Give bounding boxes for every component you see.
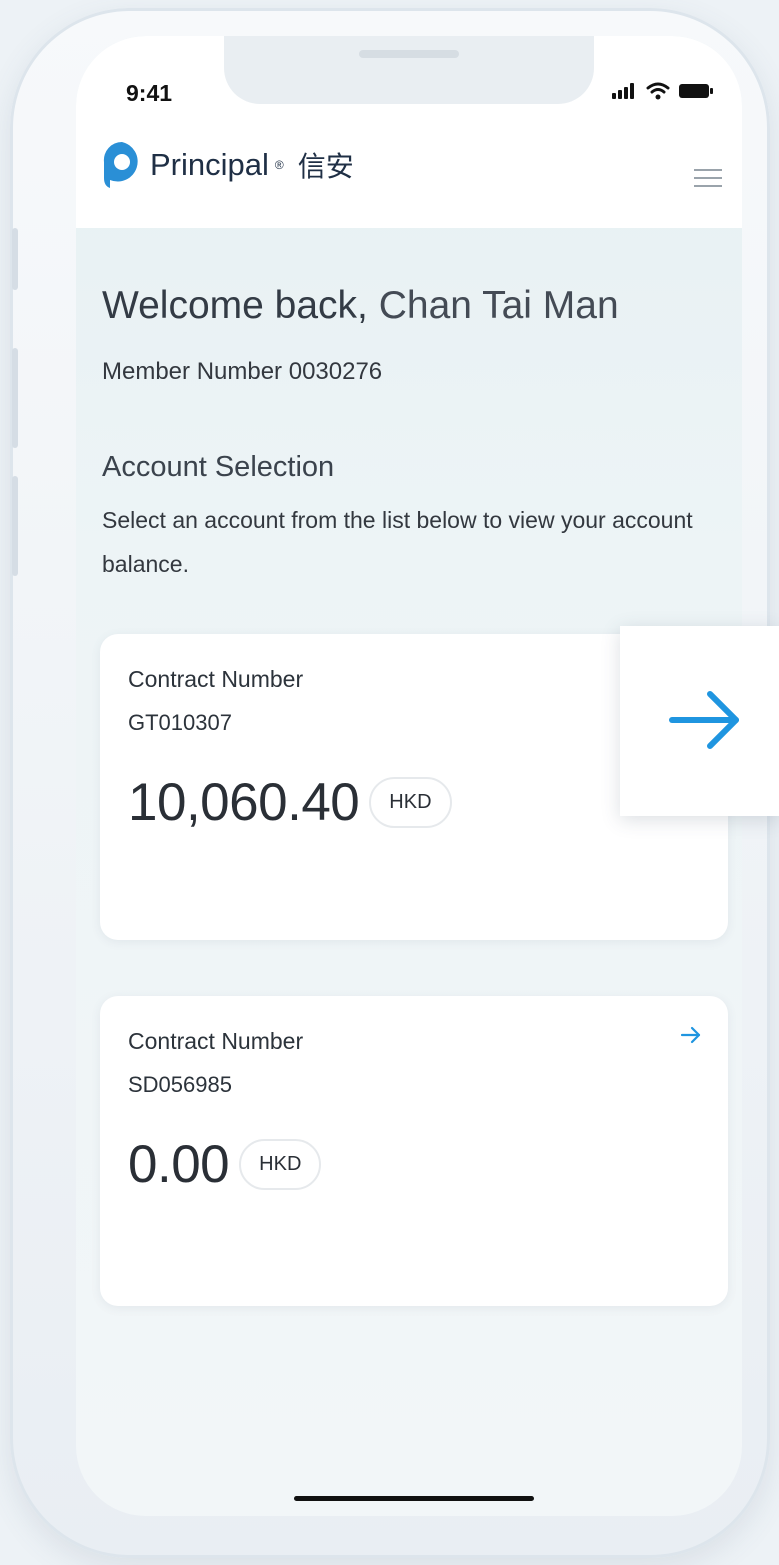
account-balance: 10,060.40 HKD xyxy=(128,772,452,833)
logo-brand-text: Principal xyxy=(150,147,269,182)
device-notch xyxy=(224,36,594,104)
principal-logo-icon xyxy=(103,141,138,188)
contract-number-value: GT010307 xyxy=(128,710,232,735)
contract-number-value: SD056985 xyxy=(128,1072,232,1097)
logo-registered-mark: ® xyxy=(274,158,284,172)
welcome-greeting: Welcome back, xyxy=(102,284,368,327)
battery-icon xyxy=(679,84,713,98)
app-header: Principal ® 信安 xyxy=(76,124,742,228)
signal-icon xyxy=(612,83,634,99)
currency-badge: HKD xyxy=(369,777,452,828)
status-time: 9:41 xyxy=(126,80,173,106)
principal-logo[interactable]: Principal ® 信安 xyxy=(100,140,354,190)
arrow-zoom-callout[interactable] xyxy=(620,626,779,816)
account-selection-description: Select an account from the list below to… xyxy=(102,507,693,577)
wifi-icon xyxy=(646,82,670,100)
arrow-right-icon xyxy=(669,691,739,749)
contract-number-label: Contract Number xyxy=(128,1028,304,1054)
phone-side-button xyxy=(12,348,18,448)
phone-side-button xyxy=(12,228,18,290)
logo-chinese-text: 信安 xyxy=(297,151,354,182)
account-card[interactable]: Contract Number SD056985 0.00 HKD xyxy=(100,996,728,1306)
contract-number-label: Contract Number xyxy=(128,666,304,692)
hamburger-menu-icon[interactable] xyxy=(694,166,722,190)
home-indicator[interactable] xyxy=(294,1496,534,1501)
currency-badge: HKD xyxy=(239,1139,322,1190)
status-icons xyxy=(612,82,714,100)
notch-speaker xyxy=(359,50,459,58)
member-number: Member Number 0030276 xyxy=(102,358,383,385)
account-balance: 0.00 HKD xyxy=(128,1134,322,1195)
phone-side-button xyxy=(12,476,18,576)
balance-amount: 0.00 xyxy=(128,1135,230,1194)
arrow-right-icon[interactable] xyxy=(680,1024,702,1046)
welcome-heading: Welcome back, Chan Tai Man xyxy=(102,284,619,328)
account-selection-title: Account Selection xyxy=(102,451,335,483)
member-name: Chan Tai Man xyxy=(378,284,619,327)
balance-amount: 10,060.40 xyxy=(128,773,360,832)
